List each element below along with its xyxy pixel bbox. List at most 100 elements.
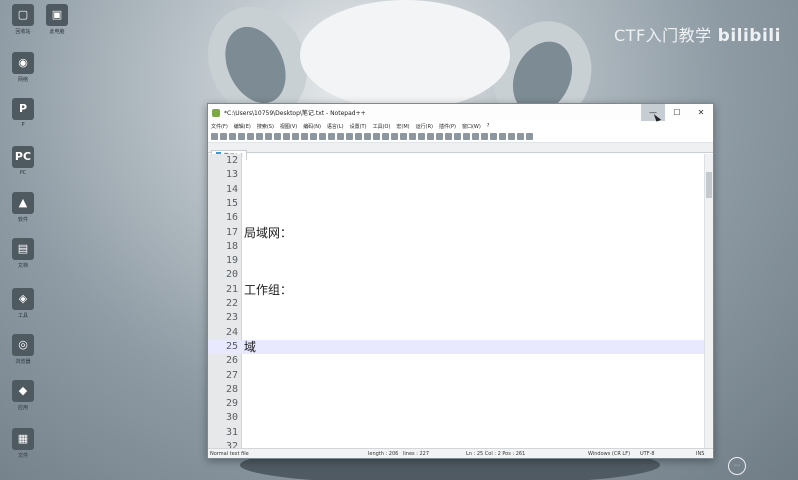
editor-line[interactable]: 14 (208, 183, 704, 197)
toolbar-button-icon[interactable] (409, 133, 416, 140)
editor-line[interactable]: 20 (208, 268, 704, 282)
editor-line[interactable]: 25 域 (208, 339, 704, 355)
line-number: 16 (225, 212, 238, 224)
desktop-icon[interactable]: ▣ 此电脑 (40, 4, 74, 35)
toolbar-button-icon[interactable] (499, 133, 506, 140)
scrollbar-thumb[interactable] (706, 172, 712, 198)
tab-bar: 笔记.txt (208, 143, 713, 160)
menu-item[interactable]: 工具(O) (373, 123, 391, 130)
toolbar-button-icon[interactable] (283, 133, 290, 140)
toolbar-button-icon[interactable] (301, 133, 308, 140)
text-editor[interactable]: 12 13 14 15 16 17 局域网： 18 19 20 21 工作组： 22 23 24 25 域 26 2… (208, 154, 713, 448)
editor-line[interactable]: 32 (208, 440, 704, 448)
editor-line[interactable]: 30 (208, 411, 704, 425)
editor-line[interactable]: 26 (208, 354, 704, 368)
menu-item[interactable]: 搜索(S) (257, 123, 274, 130)
editor-line[interactable]: 13 (208, 168, 704, 182)
desktop-app-icon: PC (12, 146, 34, 168)
vertical-scrollbar[interactable] (704, 154, 713, 448)
line-text: 工作组： (244, 282, 293, 297)
line-text: 域 (244, 339, 257, 354)
toolbar-button-icon[interactable] (418, 133, 425, 140)
editor-line[interactable]: 27 (208, 369, 704, 383)
menu-item[interactable]: 文件(F) (211, 123, 228, 130)
toolbar-button-icon[interactable] (391, 133, 398, 140)
toolbar-button-icon[interactable] (229, 133, 236, 140)
editor-line[interactable]: 24 (208, 326, 704, 340)
editor-line[interactable]: 19 (208, 254, 704, 268)
toolbar-button-icon[interactable] (310, 133, 317, 140)
desktop-icon[interactable]: PP (6, 98, 40, 128)
toolbar-button-icon[interactable] (481, 133, 488, 140)
toolbar-button-icon[interactable] (364, 133, 371, 140)
toolbar-button-icon[interactable] (400, 133, 407, 140)
toolbar-button-icon[interactable] (247, 133, 254, 140)
toolbar-button-icon[interactable] (337, 133, 344, 140)
editor-line[interactable]: 28 (208, 383, 704, 397)
line-number: 19 (225, 255, 238, 267)
toolbar-button-icon[interactable] (355, 133, 362, 140)
toolbar-button-icon[interactable] (445, 133, 452, 140)
desktop-icon[interactable]: ◈ 工具 (6, 288, 40, 319)
toolbar-button-icon[interactable] (319, 133, 326, 140)
toolbar-button-icon[interactable] (292, 133, 299, 140)
toolbar-button-icon[interactable] (382, 133, 389, 140)
editor-line[interactable]: 22 (208, 297, 704, 311)
toolbar-button-icon[interactable] (274, 133, 281, 140)
toolbar-button-icon[interactable] (517, 133, 524, 140)
toolbar-button-icon[interactable] (256, 133, 263, 140)
toolbar-button-icon[interactable] (346, 133, 353, 140)
desktop-icon-label: 文档 (17, 263, 28, 269)
toolbar-button-icon[interactable] (508, 133, 515, 140)
toolbar-button-icon[interactable] (220, 133, 227, 140)
menu-item[interactable]: 窗口(W) (462, 123, 481, 130)
toolbar-button-icon[interactable] (526, 133, 533, 140)
toolbar-button-icon[interactable] (463, 133, 470, 140)
desktop-app-icon: ▢ (12, 4, 34, 26)
menu-item[interactable]: ? (487, 123, 490, 129)
menu-item[interactable]: 运行(R) (416, 123, 433, 130)
desktop-icon[interactable]: ▤ 文档 (6, 238, 40, 269)
menu-item[interactable]: 宏(M) (396, 123, 409, 130)
desktop-icon[interactable]: ◆ 应用 (6, 380, 40, 411)
menu-item[interactable]: 插件(P) (439, 123, 456, 130)
editor-line[interactable]: 18 (208, 240, 704, 254)
desktop-icon[interactable]: ▢ 回收站 (6, 4, 40, 35)
maximize-button[interactable]: ☐ (665, 104, 689, 121)
toolbar-button-icon[interactable] (472, 133, 479, 140)
editor-line[interactable]: 29 (208, 397, 704, 411)
menu-item[interactable]: 视图(V) (280, 123, 297, 130)
minimize-button[interactable]: — (641, 104, 665, 121)
desktop-icon[interactable]: ▲ 软件 (6, 192, 40, 223)
desktop-icon[interactable]: ▦ 文件 (6, 428, 40, 459)
desktop-icon[interactable]: ◎ 浏览器 (6, 334, 40, 365)
corner-menu-button[interactable]: ⋯ (728, 457, 746, 475)
toolbar (208, 131, 713, 143)
toolbar-button-icon[interactable] (427, 133, 434, 140)
toolbar-button-icon[interactable] (265, 133, 272, 140)
menu-item[interactable]: 设置(T) (350, 123, 367, 130)
editor-line[interactable]: 12 (208, 154, 704, 168)
desktop-icon-label: 浏览器 (15, 359, 31, 365)
toolbar-button-icon[interactable] (211, 133, 218, 140)
desktop-icon-label: 网络 (17, 77, 28, 83)
editor-line[interactable]: 23 (208, 311, 704, 325)
toolbar-button-icon[interactable] (373, 133, 380, 140)
editor-line[interactable]: 16 (208, 211, 704, 225)
toolbar-button-icon[interactable] (328, 133, 335, 140)
editor-line[interactable]: 15 (208, 197, 704, 211)
editor-line[interactable]: 21 工作组： (208, 283, 704, 297)
toolbar-button-icon[interactable] (454, 133, 461, 140)
close-button[interactable]: ✕ (689, 104, 713, 121)
editor-line[interactable]: 17 局域网： (208, 226, 704, 240)
toolbar-button-icon[interactable] (238, 133, 245, 140)
toolbar-button-icon[interactable] (490, 133, 497, 140)
menu-item[interactable]: 编辑(E) (234, 123, 251, 130)
desktop-icon[interactable]: ◉ 网络 (6, 52, 40, 83)
desktop-icon[interactable]: PC PC (6, 146, 40, 176)
menu-item[interactable]: 语言(L) (327, 123, 344, 130)
editor-line[interactable]: 31 (208, 426, 704, 440)
menu-item[interactable]: 编码(N) (303, 123, 321, 130)
title-bar[interactable]: *C:\Users\10759\Desktop\笔记.txt - Notepad… (208, 104, 713, 121)
toolbar-button-icon[interactable] (436, 133, 443, 140)
